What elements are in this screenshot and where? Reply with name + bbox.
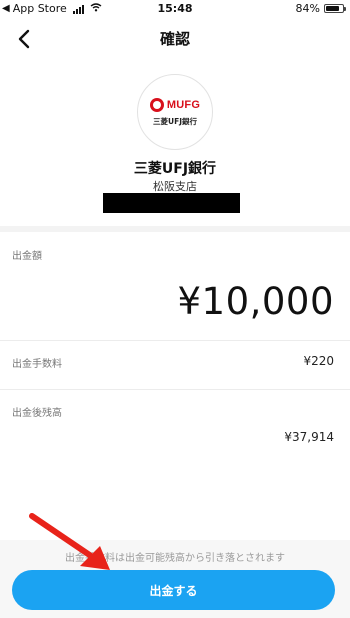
mufg-mark-icon xyxy=(149,97,164,112)
bank-logo: MUFG 三菱UFJ銀行 xyxy=(137,74,213,150)
status-bar: ◀ App Store 15:48 84% xyxy=(0,0,350,18)
page-title: 確認 xyxy=(159,30,190,48)
divider-line xyxy=(0,389,350,390)
balance-after-value: ¥37,914 xyxy=(284,430,334,444)
fee-note: 出金手数料は出金可能残高から引き落とされます xyxy=(65,553,285,564)
amount-value: ¥10,000 xyxy=(177,280,334,323)
amount-label: 出金額 xyxy=(12,251,42,262)
nav-bar: 確認 xyxy=(0,20,350,58)
withdraw-button[interactable]: 出金する xyxy=(12,570,335,610)
fee-value: ¥220 xyxy=(303,354,334,368)
bank-name: 三菱UFJ銀行 xyxy=(133,161,217,177)
bank-logo-mark-row: MUFG xyxy=(149,97,201,112)
branch-name: 松阪支店 xyxy=(153,180,197,193)
account-number-redacted xyxy=(103,193,240,213)
bank-logo-text: MUFG xyxy=(166,98,201,111)
fee-label: 出金手数料 xyxy=(12,359,62,370)
battery-level xyxy=(326,6,340,11)
balance-after-label: 出金後残高 xyxy=(12,408,62,419)
battery-percent: 84% xyxy=(295,2,320,15)
divider-line xyxy=(0,340,350,341)
section-divider xyxy=(0,226,350,232)
status-right: 84% xyxy=(295,2,346,15)
battery-icon xyxy=(324,4,346,13)
bank-logo-subtext: 三菱UFJ銀行 xyxy=(152,116,197,126)
confirmation-screen: ◀ App Store 15:48 84% 確認 MUFG 三菱UFJ銀行 三菱… xyxy=(0,0,350,618)
